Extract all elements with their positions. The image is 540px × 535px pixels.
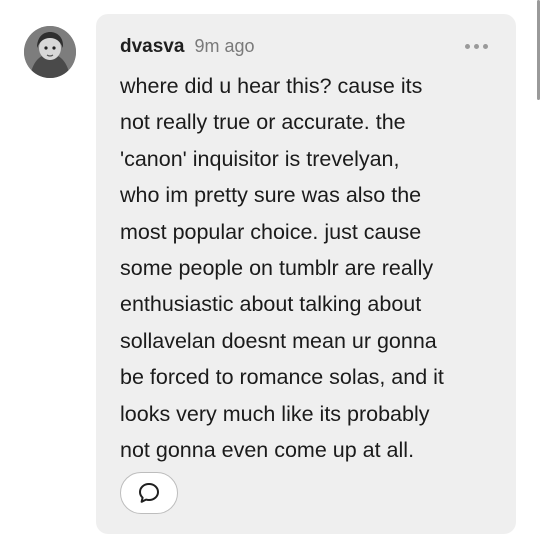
more-dot [465,44,470,49]
comment-card: dvasva 9m ago where did u hear this? cau… [96,14,516,534]
comment-author[interactable]: dvasva [120,36,184,58]
speech-bubble-icon [139,483,159,503]
reply-button[interactable] [120,472,178,514]
comment-timestamp: 9m ago [194,36,255,56]
comment-header: dvasva 9m ago [120,36,255,58]
comment-text: where did u hear this? cause its not rea… [120,74,444,463]
more-dot [483,44,488,49]
user-avatar[interactable] [24,26,76,78]
more-dot [474,44,479,49]
more-horizontal-icon[interactable] [465,44,488,49]
